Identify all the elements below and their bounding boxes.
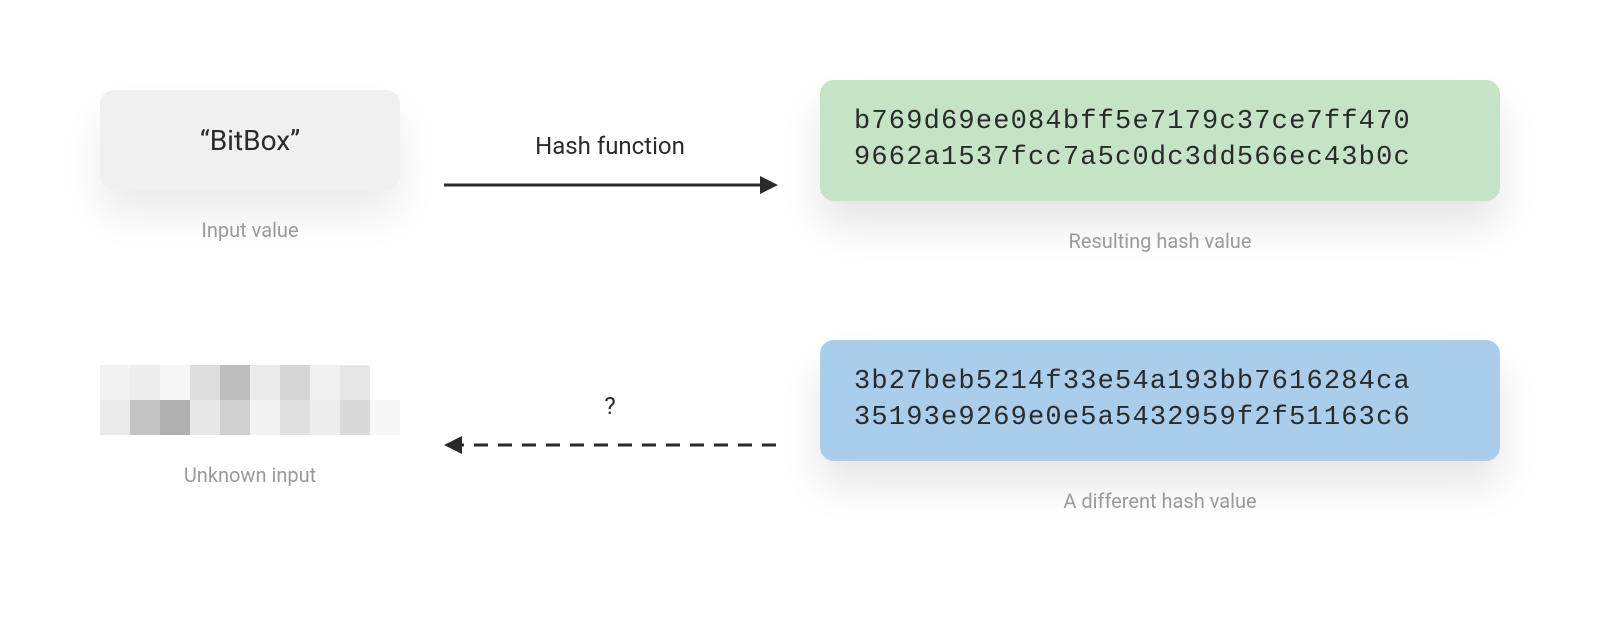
result-hash-column: b769d69ee084bff5e7179c37ce7ff470 9662a15… [800, 80, 1520, 253]
arrow-right-icon [440, 170, 780, 200]
result-hash-line1: b769d69ee084bff5e7179c37ce7ff470 [854, 104, 1466, 140]
different-hash-box: 3b27beb5214f33e54a193bb7616284ca 35193e9… [820, 340, 1500, 461]
unknown-input-caption: Unknown input [184, 463, 316, 487]
question-mark-label: ? [604, 392, 615, 420]
different-hash-line1: 3b27beb5214f33e54a193bb7616284ca [854, 364, 1466, 400]
result-hash-box: b769d69ee084bff5e7179c37ce7ff470 9662a15… [820, 80, 1500, 201]
reverse-hash-row: Unknown input ? 3b27beb5214f33e54a193bb7… [0, 340, 1600, 513]
different-hash-caption: A different hash value [1063, 489, 1256, 513]
different-hash-line2: 35193e9269e0e5a5432959f2f51163c6 [854, 400, 1466, 436]
unknown-input-column: Unknown input [80, 365, 420, 487]
input-caption: Input value [201, 218, 298, 242]
unknown-input-mosaic [100, 365, 400, 435]
arrow-left-dashed-icon [440, 430, 780, 460]
forward-hash-row: “BitBox” Input value Hash function b769d… [0, 80, 1600, 253]
different-hash-column: 3b27beb5214f33e54a193bb7616284ca 35193e9… [800, 340, 1520, 513]
forward-arrow-column: Hash function [420, 132, 800, 200]
hash-function-label: Hash function [535, 132, 685, 160]
input-value-box: “BitBox” [100, 90, 400, 190]
result-hash-caption: Resulting hash value [1069, 229, 1252, 253]
result-hash-line2: 9662a1537fcc7a5c0dc3dd566ec43b0c [854, 140, 1466, 176]
input-column: “BitBox” Input value [80, 90, 420, 242]
input-value-text: “BitBox” [200, 124, 300, 157]
pixelated-icon [100, 365, 400, 435]
reverse-arrow-column: ? [420, 392, 800, 460]
